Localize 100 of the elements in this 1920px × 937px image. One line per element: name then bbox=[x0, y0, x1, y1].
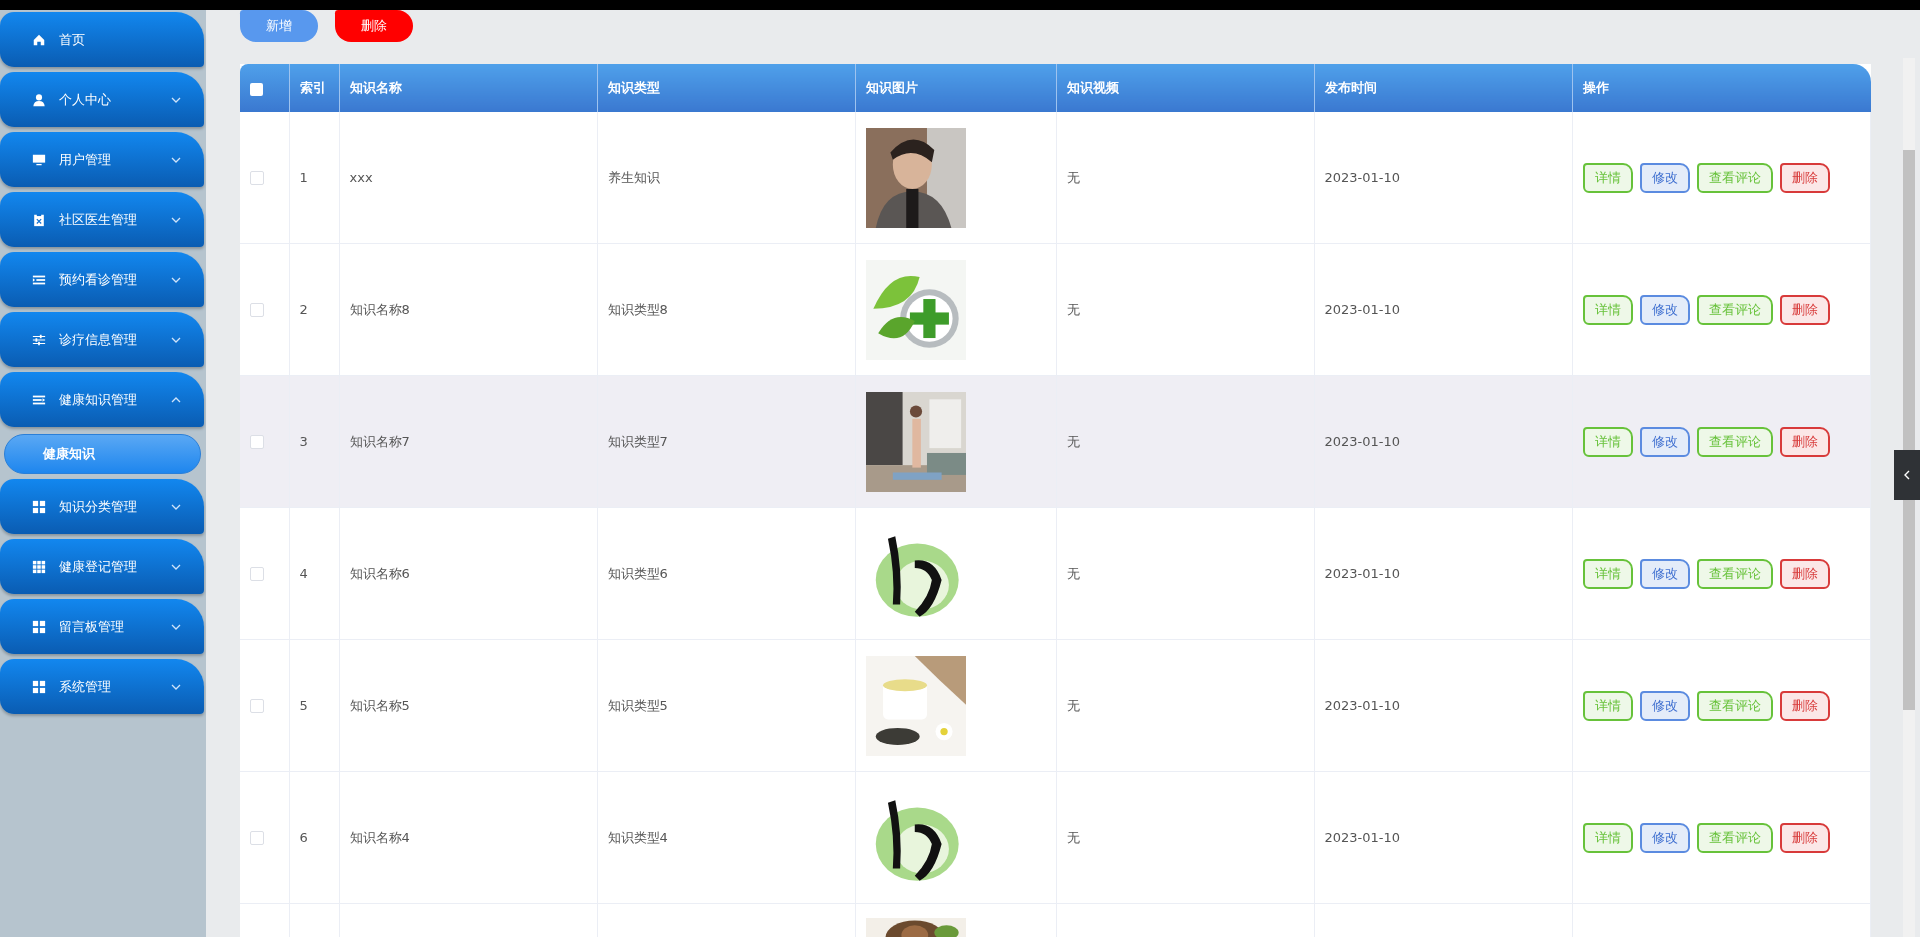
table-cell: 无 bbox=[1066, 433, 1080, 449]
grid-icon bbox=[32, 679, 46, 694]
chevron-down-icon bbox=[170, 335, 182, 344]
clipboard-icon bbox=[32, 212, 46, 227]
edit-button[interactable]: 修改 bbox=[1639, 690, 1690, 721]
table-cell: 2023-01-10 bbox=[1324, 434, 1401, 449]
edit-button[interactable]: 修改 bbox=[1639, 426, 1690, 457]
sidebar-item[interactable]: 健康登记管理 bbox=[0, 539, 204, 594]
chevron-down-icon bbox=[170, 95, 182, 104]
sidebar-item[interactable]: 健康知识管理 bbox=[0, 372, 204, 427]
table-cell: 2023-01-10 bbox=[1324, 302, 1401, 317]
delete-button[interactable]: 删除 bbox=[335, 10, 413, 42]
submenu-item[interactable]: 健康知识 bbox=[4, 434, 201, 474]
column-header: 知识类型 bbox=[597, 64, 855, 112]
table-cell: 6 bbox=[299, 830, 308, 845]
grid-icon bbox=[32, 499, 46, 514]
table-cell: 知识名称8 bbox=[349, 301, 410, 317]
delete-button[interactable]: 删除 bbox=[1779, 294, 1830, 325]
chevron-up-icon bbox=[170, 395, 182, 404]
details-button[interactable]: 详情 bbox=[1582, 690, 1633, 721]
column-header: 索引 bbox=[289, 64, 339, 112]
monitor-icon bbox=[32, 152, 46, 167]
details-button[interactable]: 详情 bbox=[1582, 822, 1633, 853]
table-row[interactable]: 6 知识名称4 知识类型4 无 2023-01-10 详情 修改 查看评论 删除 bbox=[240, 771, 1871, 904]
sidebar-item[interactable]: 知识分类管理 bbox=[0, 479, 204, 534]
column-header: 知识名称 bbox=[339, 64, 597, 112]
collapse-tab[interactable] bbox=[1894, 450, 1920, 500]
row-checkbox[interactable] bbox=[250, 699, 264, 714]
chevron-down-icon bbox=[170, 215, 182, 224]
column-header: 发布时间 bbox=[1314, 64, 1572, 112]
table-cell: 养生知识 bbox=[607, 169, 660, 185]
row-checkbox[interactable] bbox=[250, 567, 264, 582]
table-cell: 知识类型5 bbox=[607, 697, 668, 713]
table-cell: 5 bbox=[299, 698, 308, 713]
table-row[interactable]: 2 知识名称8 知识类型8 无 2023-01-10 详情 修改 查看评论 删除 bbox=[240, 243, 1871, 376]
table-cell: 无 bbox=[1066, 169, 1080, 185]
chevron-down-icon bbox=[170, 155, 182, 164]
table-cell: 无 bbox=[1066, 697, 1080, 713]
view-comments-button[interactable]: 查看评论 bbox=[1696, 294, 1773, 325]
row-checkbox[interactable] bbox=[250, 303, 264, 318]
sidebar-item[interactable]: 诊疗信息管理 bbox=[0, 312, 204, 367]
table-cell: 1 bbox=[299, 170, 308, 185]
view-comments-button[interactable]: 查看评论 bbox=[1696, 822, 1773, 853]
row-checkbox[interactable] bbox=[250, 831, 264, 846]
view-comments-button[interactable]: 查看评论 bbox=[1696, 690, 1773, 721]
view-comments-button[interactable]: 查看评论 bbox=[1696, 558, 1773, 589]
chevron-left-icon bbox=[1903, 469, 1911, 481]
sidebar-item[interactable]: 系统管理 bbox=[0, 659, 204, 714]
delete-button[interactable]: 删除 bbox=[1779, 162, 1830, 193]
grid-icon bbox=[32, 559, 46, 574]
table-cell: 知识名称7 bbox=[349, 433, 410, 449]
details-button[interactable]: 详情 bbox=[1582, 294, 1633, 325]
table-cell: 无 bbox=[1066, 829, 1080, 845]
table-cell: 知识类型6 bbox=[607, 565, 668, 581]
sidebar-item[interactable]: 社区医生管理 bbox=[0, 192, 204, 247]
table-cell: 2023-01-10 bbox=[1324, 830, 1401, 845]
table-cell: 4 bbox=[299, 566, 308, 581]
table-row[interactable]: 5 知识名称5 知识类型5 无 2023-01-10 详情 修改 查看评论 删除 bbox=[240, 639, 1871, 772]
table-cell: 无 bbox=[1066, 565, 1080, 581]
delete-button[interactable]: 删除 bbox=[1779, 426, 1830, 457]
table-cell: 知识类型4 bbox=[607, 829, 668, 845]
delete-button[interactable]: 删除 bbox=[1779, 558, 1830, 589]
table-row[interactable]: 1 xxx 养生知识 无 2023-01-10 详情 修改 查看评论 删除 bbox=[240, 112, 1871, 244]
row-checkbox[interactable] bbox=[250, 171, 264, 186]
sidebar-item[interactable]: 留言板管理 bbox=[0, 599, 204, 654]
details-button[interactable]: 详情 bbox=[1582, 426, 1633, 457]
view-comments-button[interactable]: 查看评论 bbox=[1696, 426, 1773, 457]
table-cell: 知识类型8 bbox=[607, 301, 668, 317]
column-header: 知识图片 bbox=[855, 64, 1056, 112]
edit-button[interactable]: 修改 bbox=[1639, 558, 1690, 589]
row-checkbox[interactable] bbox=[250, 435, 264, 450]
delete-button[interactable]: 删除 bbox=[1779, 690, 1830, 721]
sidebar-item[interactable]: 预约看诊管理 bbox=[0, 252, 204, 307]
table-cell: 知识类型7 bbox=[607, 433, 668, 449]
table-cell: 知识名称6 bbox=[349, 565, 410, 581]
table-cell: 2023-01-10 bbox=[1324, 170, 1401, 185]
table-row[interactable]: 4 知识名称6 知识类型6 无 2023-01-10 详情 修改 查看评论 删除 bbox=[240, 507, 1871, 640]
select-all-checkbox[interactable] bbox=[250, 82, 263, 96]
edit-button[interactable]: 修改 bbox=[1639, 294, 1690, 325]
table-cell: 3 bbox=[299, 434, 308, 449]
table-row[interactable]: 3 知识名称7 知识类型7 无 2023-01-10 详情 修改 查看评论 删除 bbox=[240, 375, 1871, 508]
scrollbar[interactable] bbox=[1903, 58, 1915, 937]
table-cell: xxx bbox=[349, 170, 373, 185]
edit-button[interactable]: 修改 bbox=[1639, 162, 1690, 193]
sidebar-item[interactable]: 个人中心 bbox=[0, 72, 204, 127]
table-cell: 2023-01-10 bbox=[1324, 698, 1401, 713]
edit-button[interactable]: 修改 bbox=[1639, 822, 1690, 853]
sliders-icon bbox=[32, 332, 46, 347]
details-button[interactable]: 详情 bbox=[1582, 162, 1633, 193]
view-comments-button[interactable]: 查看评论 bbox=[1696, 162, 1773, 193]
add-button[interactable]: 新增 bbox=[240, 10, 318, 42]
scrollbar-thumb[interactable] bbox=[1903, 150, 1915, 710]
chevron-down-icon bbox=[170, 275, 182, 284]
home-icon bbox=[32, 32, 46, 47]
details-button[interactable]: 详情 bbox=[1582, 558, 1633, 589]
sidebar-item[interactable]: 首页 bbox=[0, 12, 204, 67]
delete-button[interactable]: 删除 bbox=[1779, 822, 1830, 853]
column-header: 知识视频 bbox=[1056, 64, 1314, 112]
table-cell: 2 bbox=[299, 302, 308, 317]
sidebar-item[interactable]: 用户管理 bbox=[0, 132, 204, 187]
